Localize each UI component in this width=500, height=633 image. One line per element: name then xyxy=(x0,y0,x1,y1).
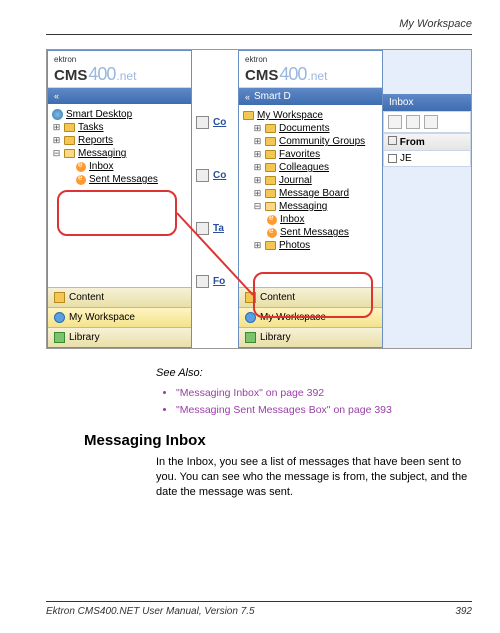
mid-link-4[interactable]: Fo xyxy=(192,271,238,292)
see-also-links: "Messaging Inbox" on page 392 "Messaging… xyxy=(176,387,472,416)
tree-reports[interactable]: ⊞Reports xyxy=(52,134,187,147)
doc-icon xyxy=(196,116,209,129)
tree-inbox[interactable]: Inbox xyxy=(52,160,187,173)
inbox-table: From JE xyxy=(383,133,471,167)
checkbox[interactable] xyxy=(388,136,397,145)
folder-icon xyxy=(64,136,75,145)
logo-brand: ektron xyxy=(245,55,376,64)
folder-icon xyxy=(265,137,276,146)
chevron-left-icon[interactable]: « xyxy=(54,91,59,101)
right-pane: ektron CMS400.net « Smart D My Workspace… xyxy=(238,50,383,348)
bluebar-label: Smart D xyxy=(254,91,291,102)
check-icon xyxy=(196,222,209,235)
tab-workspace-r[interactable]: My Workspace xyxy=(239,307,382,327)
tree-colleagues[interactable]: ⊞Colleagues xyxy=(243,161,378,174)
folder-icon xyxy=(265,241,276,250)
tree-tasks[interactable]: ⊞Tasks xyxy=(52,121,187,134)
folder-open-icon xyxy=(265,202,276,211)
left-bluebar: « xyxy=(48,88,191,104)
logo-brand: ektron xyxy=(54,55,185,64)
screenshot-figure: ektron CMS400.net « Smart Desktop ⊞Tasks… xyxy=(46,49,472,349)
library-icon xyxy=(54,332,65,343)
tab-library[interactable]: Library xyxy=(48,327,191,347)
folder-open-icon xyxy=(64,149,75,158)
folder-icon xyxy=(265,189,276,198)
chevron-left-icon[interactable]: « xyxy=(245,92,250,102)
expand-icon[interactable]: ⊞ xyxy=(52,122,61,133)
left-pane: ektron CMS400.net « Smart Desktop ⊞Tasks… xyxy=(47,50,192,348)
tree-documents[interactable]: ⊞Documents xyxy=(243,122,378,135)
ektron-icon xyxy=(76,162,86,172)
tab-library-r[interactable]: Library xyxy=(239,327,382,347)
tree-my-workspace[interactable]: My Workspace xyxy=(243,109,378,122)
logo-400: 400 xyxy=(88,64,115,85)
tool-icon[interactable] xyxy=(424,115,438,129)
right-tree: My Workspace ⊞Documents ⊞Community Group… xyxy=(239,105,382,287)
page-footer: Ektron CMS400.NET User Manual, Version 7… xyxy=(46,601,472,617)
tab-my-workspace[interactable]: My Workspace xyxy=(48,307,191,327)
inbox-toolbar xyxy=(383,111,471,133)
tree-photos[interactable]: ⊞Photos xyxy=(243,239,378,252)
left-bottom-tabs: Content My Workspace Library xyxy=(48,287,191,347)
doc-icon xyxy=(196,169,209,182)
tab-content-r[interactable]: Content xyxy=(239,287,382,307)
left-tree: Smart Desktop ⊞Tasks ⊞Reports ⊟Messaging… xyxy=(48,104,191,287)
collapse-icon[interactable]: ⊟ xyxy=(52,148,61,159)
table-row[interactable]: JE xyxy=(384,151,470,166)
content-icon xyxy=(54,292,65,303)
folder-icon xyxy=(196,275,209,288)
tree-smart-desktop[interactable]: Smart Desktop xyxy=(52,108,187,121)
mid-link-1[interactable]: Co xyxy=(192,112,238,133)
folder-icon xyxy=(243,111,254,120)
logo-cms: CMS xyxy=(54,67,87,84)
body-paragraph: In the Inbox, you see a list of messages… xyxy=(156,455,472,500)
inbox-column: Inbox From JE xyxy=(383,50,471,348)
right-bluebar: « Smart D xyxy=(239,88,382,105)
tree-sent-r[interactable]: Sent Messages xyxy=(243,226,378,239)
globe-icon xyxy=(52,109,63,120)
link-inbox[interactable]: "Messaging Inbox" on page 392 xyxy=(176,387,472,399)
ektron-icon xyxy=(267,228,277,238)
col-from[interactable]: From xyxy=(384,134,470,151)
tree-messaging[interactable]: ⊟Messaging xyxy=(52,147,187,160)
folder-icon xyxy=(64,123,75,132)
folder-icon xyxy=(265,150,276,159)
checkbox[interactable] xyxy=(388,154,397,163)
tab-content[interactable]: Content xyxy=(48,287,191,307)
logo-left: ektron CMS400.net xyxy=(48,51,191,88)
workspace-icon xyxy=(245,312,256,323)
tree-journal[interactable]: ⊞Journal xyxy=(243,174,378,187)
link-sent[interactable]: "Messaging Sent Messages Box" on page 39… xyxy=(176,404,472,416)
tree-messaging[interactable]: ⊟Messaging xyxy=(243,200,378,213)
inbox-header: Inbox xyxy=(383,94,471,111)
logo-right: ektron CMS400.net xyxy=(239,51,382,88)
expand-icon[interactable]: ⊞ xyxy=(52,135,61,146)
tree-message-board[interactable]: ⊞Message Board xyxy=(243,187,378,200)
ektron-icon xyxy=(76,175,86,185)
tree-community[interactable]: ⊞Community Groups xyxy=(243,135,378,148)
tree-favorites[interactable]: ⊞Favorites xyxy=(243,148,378,161)
mid-link-2[interactable]: Co xyxy=(192,165,238,186)
see-also-label: See Also: xyxy=(156,367,472,379)
page-header-title: My Workspace xyxy=(46,18,472,30)
footer-page: 392 xyxy=(455,606,472,617)
tool-icon[interactable] xyxy=(388,115,402,129)
mid-link-3[interactable]: Ta xyxy=(192,218,238,239)
header-rule xyxy=(46,34,472,35)
content-icon xyxy=(245,292,256,303)
footer-left: Ektron CMS400.NET User Manual, Version 7… xyxy=(46,606,255,617)
logo-net: .net xyxy=(116,69,136,83)
ektron-icon xyxy=(267,215,277,225)
tool-icon[interactable] xyxy=(406,115,420,129)
folder-icon xyxy=(265,124,276,133)
folder-icon xyxy=(265,176,276,185)
tree-inbox-r[interactable]: Inbox xyxy=(243,213,378,226)
folder-icon xyxy=(265,163,276,172)
section-heading: Messaging Inbox xyxy=(84,432,472,449)
mid-column: Co Co Ta Fo xyxy=(192,50,238,348)
tree-sent[interactable]: Sent Messages xyxy=(52,173,187,186)
workspace-icon xyxy=(54,312,65,323)
right-bottom-tabs: Content My Workspace Library xyxy=(239,287,382,347)
library-icon xyxy=(245,332,256,343)
